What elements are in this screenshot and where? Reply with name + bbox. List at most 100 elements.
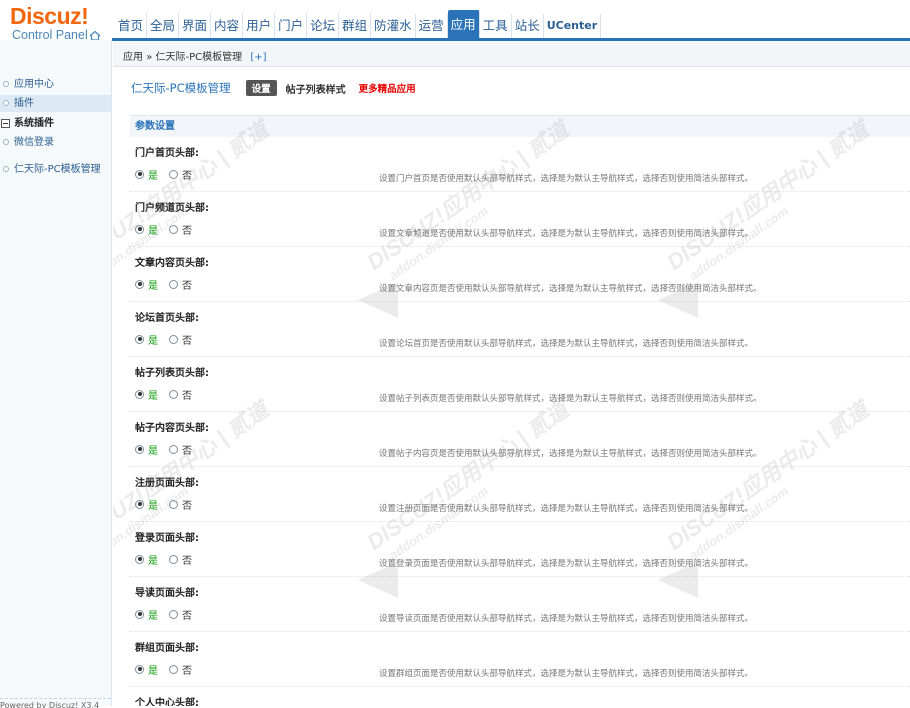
nav-item-10[interactable]: 应用 xyxy=(447,10,480,38)
setting-row: 登录页面头部: 是否设置登录页面是否使用默认头部导航样式，选择是为默认主导航样式，… xyxy=(130,522,910,577)
nav-item-7[interactable]: 群组 xyxy=(339,14,372,38)
breadcrumb-current: 仁天际-PC模板管理 xyxy=(155,52,243,63)
setting-options: 是否 xyxy=(135,442,192,457)
sidebar-item-app-center[interactable]: 应用中心 xyxy=(0,76,111,93)
nav-item-9[interactable]: 运营 xyxy=(416,14,448,38)
radio-yes-label[interactable]: 是 xyxy=(148,387,158,402)
setting-description: 设置帖子列表页是否使用默认头部导航样式，选择是为默认主导航样式，选择否则使用简洁… xyxy=(379,394,762,404)
setting-description: 设置文章内容页是否使用默认头部导航样式，选择是为默认主导航样式，选择否则使用简洁… xyxy=(379,284,762,294)
radio-yes[interactable] xyxy=(135,444,144,454)
setting-label: 登录页面头部: xyxy=(135,533,199,544)
setting-description: 设置帖子内容页是否使用默认头部导航样式，选择是为默认主导航样式，选择否则使用简洁… xyxy=(379,449,762,459)
setting-description: 设置门户首页是否使用默认头部导航样式，选择是为默认主导航样式，选择否则使用简洁头… xyxy=(379,174,754,184)
radio-no-label[interactable]: 否 xyxy=(182,552,192,567)
radio-no[interactable] xyxy=(169,499,178,509)
breadcrumb-bar: 应用 » 仁天际-PC模板管理 [+] xyxy=(113,41,910,67)
radio-no-label[interactable]: 否 xyxy=(182,662,192,677)
bullet-icon xyxy=(3,81,9,87)
radio-yes[interactable] xyxy=(135,609,144,619)
setting-description: 设置注册页面是否使用默认头部导航样式，选择是为默认主导航样式，选择否则使用简洁头… xyxy=(379,504,754,514)
sidebar-item-template-manager[interactable]: 仁天际-PC模板管理 xyxy=(0,161,111,178)
breadcrumb-separator: » xyxy=(146,52,153,63)
radio-yes[interactable] xyxy=(135,499,144,509)
breadcrumb-root[interactable]: 应用 xyxy=(123,52,143,63)
radio-no[interactable] xyxy=(169,169,178,179)
radio-yes-label[interactable]: 是 xyxy=(148,167,158,182)
radio-no[interactable] xyxy=(169,444,178,454)
setting-options: 是否 xyxy=(135,277,192,292)
page-title: 仁天际-PC模板管理 xyxy=(131,81,231,95)
radio-yes-label[interactable]: 是 xyxy=(148,607,158,622)
radio-yes[interactable] xyxy=(135,664,144,674)
radio-yes-label[interactable]: 是 xyxy=(148,552,158,567)
bullet-icon xyxy=(3,139,9,145)
setting-options: 是否 xyxy=(135,662,192,677)
radio-no-label[interactable]: 否 xyxy=(182,277,192,292)
more-apps-link[interactable]: 更多精品应用 xyxy=(359,81,416,95)
page-header: 仁天际-PC模板管理 设置 帖子列表样式 更多精品应用 xyxy=(131,80,416,96)
radio-yes-label[interactable]: 是 xyxy=(148,332,158,347)
radio-no-label[interactable]: 否 xyxy=(182,222,192,237)
radio-no-label[interactable]: 否 xyxy=(182,167,192,182)
setting-description: 设置论坛首页是否使用默认头部导航样式，选择是为默认主导航样式，选择否则使用简洁头… xyxy=(379,339,754,349)
nav-item-8[interactable]: 防灌水 xyxy=(371,14,416,38)
add-shortcut-link[interactable]: [+] xyxy=(250,52,266,63)
nav-item-4[interactable]: 用户 xyxy=(243,14,276,38)
setting-label: 个人中心头部: xyxy=(135,698,199,706)
sidebar-item-plugins[interactable]: 插件 xyxy=(0,95,111,112)
nav-item-11[interactable]: 工具 xyxy=(480,14,512,38)
nav-item-0[interactable]: 首页 xyxy=(115,14,148,38)
setting-options: 是否 xyxy=(135,607,192,622)
nav-item-2[interactable]: 界面 xyxy=(179,14,212,38)
radio-yes-label[interactable]: 是 xyxy=(148,662,158,677)
radio-no-label[interactable]: 否 xyxy=(182,497,192,512)
radio-yes[interactable] xyxy=(135,169,144,179)
radio-no[interactable] xyxy=(169,609,178,619)
setting-options: 是否 xyxy=(135,167,192,182)
bullet-icon xyxy=(3,100,9,106)
nav-item-6[interactable]: 论坛 xyxy=(307,14,340,38)
nav-item-12[interactable]: 站长 xyxy=(512,14,544,38)
radio-no-label[interactable]: 否 xyxy=(182,442,192,457)
tab-settings[interactable]: 设置 xyxy=(245,80,277,96)
radio-no[interactable] xyxy=(169,224,178,234)
radio-no-label[interactable]: 否 xyxy=(182,387,192,402)
discuz-logo[interactable]: Discuz! Control Panel xyxy=(10,4,110,44)
radio-no[interactable] xyxy=(169,279,178,289)
nav-item-5[interactable]: 门户 xyxy=(275,14,308,38)
setting-label: 门户频道页头部: xyxy=(135,203,209,214)
radio-no-label[interactable]: 否 xyxy=(182,332,192,347)
nav-item-3[interactable]: 内容 xyxy=(211,14,244,38)
setting-row: 帖子列表页头部: 是否设置帖子列表页是否使用默认头部导航样式，选择是为默认主导航样… xyxy=(130,357,910,412)
setting-description: 设置文章频道是否使用默认头部导航样式，选择是为默认主导航样式，选择否则使用简洁头… xyxy=(379,229,754,239)
radio-yes-label[interactable]: 是 xyxy=(148,277,158,292)
setting-row: 论坛首页头部: 是否设置论坛首页是否使用默认头部导航样式，选择是为默认主导航样式，… xyxy=(130,302,910,357)
bullet-icon xyxy=(3,166,9,172)
tab-thread-list-style[interactable]: 帖子列表样式 xyxy=(286,81,346,96)
nav-item-13[interactable]: UCenter xyxy=(544,14,602,38)
radio-no[interactable] xyxy=(169,554,178,564)
radio-yes[interactable] xyxy=(135,554,144,564)
setting-options: 是否 xyxy=(135,552,192,567)
setting-label: 门户首页头部: xyxy=(135,148,199,159)
radio-yes[interactable] xyxy=(135,334,144,344)
radio-no[interactable] xyxy=(169,664,178,674)
radio-no[interactable] xyxy=(169,389,178,399)
radio-yes[interactable] xyxy=(135,279,144,289)
sidebar-item-wechat-login[interactable]: 微信登录 xyxy=(0,134,111,151)
radio-yes[interactable] xyxy=(135,389,144,399)
radio-no[interactable] xyxy=(169,334,178,344)
sidebar-group-system-plugins[interactable]: 系统插件 xyxy=(0,115,111,132)
radio-yes-label[interactable]: 是 xyxy=(148,442,158,457)
setting-row: 帖子内容页头部: 是否设置帖子内容页是否使用默认头部导航样式，选择是为默认主导航样… xyxy=(130,412,910,467)
setting-label: 群组页面头部: xyxy=(135,643,199,654)
radio-yes[interactable] xyxy=(135,224,144,234)
collapse-icon[interactable] xyxy=(1,119,10,128)
nav-item-1[interactable]: 全局 xyxy=(147,14,180,38)
setting-label: 注册页面头部: xyxy=(135,478,199,489)
setting-label: 导读页面头部: xyxy=(135,588,199,599)
radio-yes-label[interactable]: 是 xyxy=(148,497,158,512)
radio-yes-label[interactable]: 是 xyxy=(148,222,158,237)
radio-no-label[interactable]: 否 xyxy=(182,607,192,622)
setting-description: 设置群组页面是否使用默认头部导航样式，选择是为默认主导航样式，选择否则使用简洁头… xyxy=(379,669,754,679)
